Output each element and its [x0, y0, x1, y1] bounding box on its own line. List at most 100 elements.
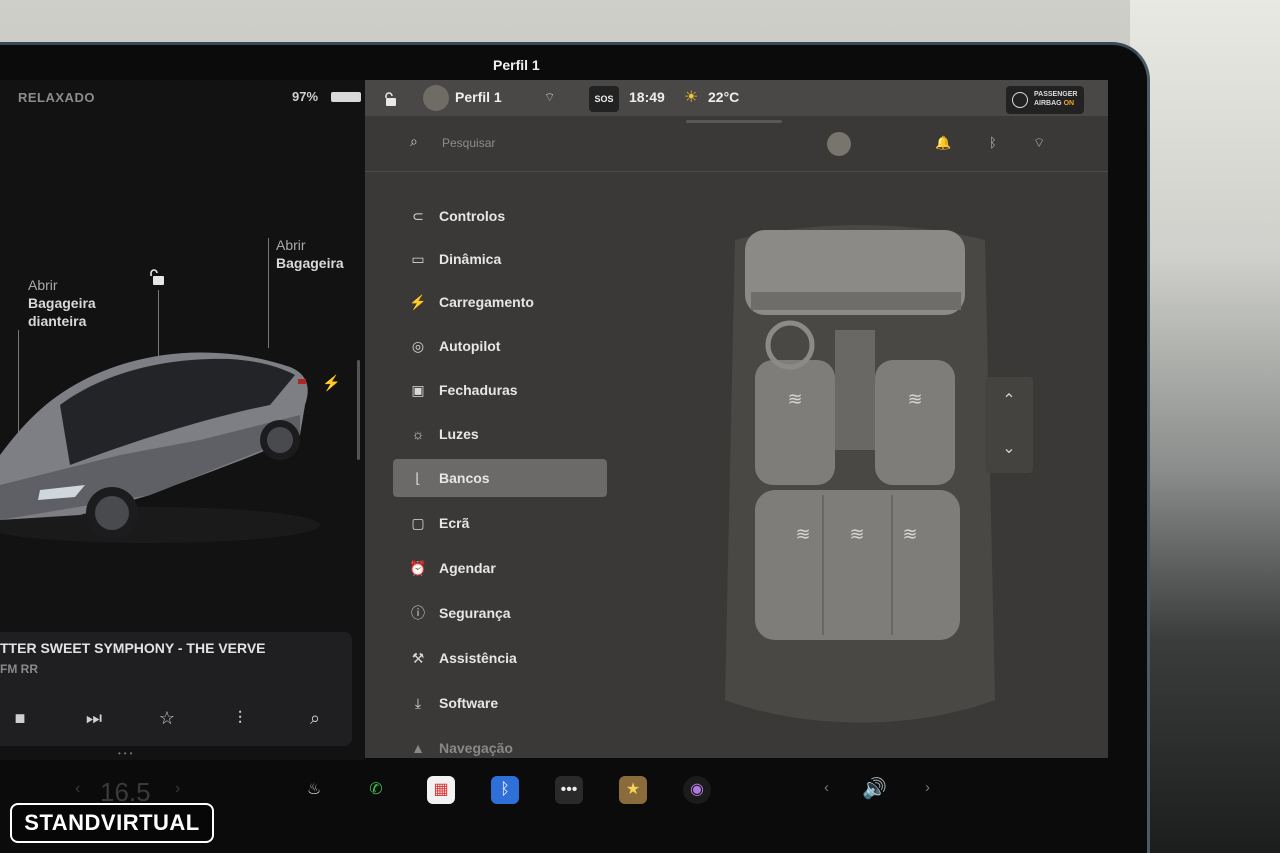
heat-rear-left-icon: ≋ [795, 524, 810, 545]
open-trunk-target: Bagageira [276, 255, 344, 271]
wifi-icon: ⌔ [544, 90, 556, 104]
menu-item-4[interactable]: ▣ Fechaduras [393, 371, 607, 409]
airbag-icon [1012, 92, 1028, 108]
volume-up-icon[interactable]: › [925, 779, 930, 796]
menu-item-11[interactable]: ⤓ Software [393, 684, 607, 722]
driver-seat [755, 360, 835, 485]
toggle-icon: ⊂ [412, 208, 424, 224]
open-frunk-target-1: Bagageira [28, 295, 96, 311]
lock-status-icon[interactable] [385, 92, 397, 106]
menu-item-label: Agendar [439, 560, 496, 576]
volume-icon[interactable]: 🔊 [862, 776, 887, 801]
unlock-icon[interactable] [150, 268, 166, 286]
menu-item-0[interactable]: ⊂ Controlos [393, 197, 607, 235]
menu-item-label: Controlos [439, 208, 506, 224]
menu-item-5[interactable]: ☼ Luzes [393, 415, 607, 453]
menu-item-label: Bancos [439, 470, 490, 486]
outside-temperature: 22°C [708, 89, 740, 105]
passenger-seat [875, 360, 955, 485]
battery-percent: 97% [292, 89, 319, 104]
airbag-line-2: AIRBAG [1034, 100, 1062, 107]
navigation-icon: ▲ [411, 740, 425, 756]
temp-down-icon[interactable]: ‹ [75, 780, 80, 798]
menu-item-label: Navegação [439, 740, 513, 756]
passenger-airbag-indicator: PASSENGER AIRBAG ON [1006, 86, 1084, 114]
search-icon: ⌕ [410, 133, 418, 149]
alarm-icon: ⏰ [409, 560, 427, 576]
scroll-up-icon[interactable]: ⌃ [985, 377, 1033, 425]
charge-bolt-icon[interactable]: ⚡ [322, 374, 341, 392]
panel-scrollbar[interactable] [357, 360, 360, 460]
open-frunk-button[interactable]: Abrir Bagageira dianteira [28, 276, 96, 330]
scroll-down-icon[interactable]: ⌄ [985, 425, 1033, 473]
profile-name[interactable]: Perfil 1 [493, 57, 540, 73]
rear-bench [755, 490, 960, 640]
steering-wheel-icon: ◎ [411, 338, 425, 354]
track-title: TTER SWEET SYMPHONY - THE VERVE [0, 640, 266, 656]
lock-icon: ▣ [411, 382, 425, 398]
equalizer-icon[interactable]: ⫶ [228, 706, 252, 730]
menu-item-label: Ecrã [439, 515, 470, 531]
battery-icon [331, 92, 361, 102]
sun-icon: ☼ [411, 426, 425, 442]
toybox-icon[interactable]: ★ [619, 776, 647, 804]
bluetooth-icon[interactable]: ᛒ [989, 135, 997, 150]
heat-driver-icon: ≋ [787, 389, 802, 410]
bell-icon[interactable]: 🔔 [935, 135, 951, 151]
menu-item-label: Software [439, 695, 499, 711]
clock: 18:49 [629, 89, 665, 105]
heat-rear-right-icon: ≋ [902, 524, 917, 545]
temp-up-icon[interactable]: › [175, 780, 180, 798]
open-trunk-action: Abrir [276, 237, 306, 253]
open-trunk-button[interactable]: Abrir Bagageira [276, 236, 344, 272]
stop-icon[interactable]: ■ [8, 706, 32, 730]
menu-item-7[interactable]: ▢ Ecrã [393, 504, 607, 542]
airbag-line-1: PASSENGER [1034, 91, 1078, 98]
profile-avatar[interactable] [827, 132, 851, 156]
car-3d-model [0, 352, 320, 543]
airbag-state: ON [1063, 100, 1075, 107]
media-search-icon[interactable]: ⌕ [303, 706, 327, 730]
favorite-star-icon[interactable]: ☆ [155, 706, 179, 730]
menu-item-3[interactable]: ◎ Autopilot [393, 327, 607, 365]
more-apps-icon[interactable]: ••• [555, 776, 583, 804]
menu-item-6[interactable]: ⌊ Bancos [393, 459, 607, 497]
drive-mode: RELAXADO [18, 90, 95, 105]
rear-defrost-icon[interactable]: ♨ [300, 776, 328, 804]
menu-item-label: Segurança [439, 605, 511, 621]
bluetooth-app-icon[interactable]: ᛒ [491, 776, 519, 804]
settings-header: ⌕ Pesquisar 🔔 ᛒ ⌔ [365, 116, 1108, 172]
open-frunk-target-2: dianteira [28, 313, 87, 329]
bolt-icon: ⚡ [409, 294, 427, 310]
sos-icon[interactable]: SOS [589, 86, 619, 112]
track-source: FM RR [0, 662, 38, 676]
phone-icon[interactable]: ✆ [362, 776, 390, 804]
menu-item-8[interactable]: ⏰ Agendar [393, 549, 607, 587]
open-frunk-action: Abrir [28, 277, 58, 293]
sun-weather-icon: ☀ [684, 89, 699, 106]
camera-icon[interactable]: ◉ [683, 776, 711, 804]
calendar-icon[interactable]: ▦ [427, 776, 455, 804]
menu-item-1[interactable]: ▭ Dinâmica [393, 240, 607, 278]
menu-item-10[interactable]: ⚒ Assistência [393, 639, 607, 677]
menu-item-2[interactable]: ⚡ Carregamento [393, 283, 607, 321]
volume-down-icon[interactable]: ‹ [824, 779, 829, 796]
menu-item-label: Luzes [439, 426, 479, 442]
menu-item-label: Assistência [439, 650, 517, 666]
heat-passenger-icon: ≋ [907, 389, 922, 410]
display-icon: ▢ [411, 515, 425, 531]
alert-icon: ⓘ [411, 605, 425, 621]
wifi-settings-icon[interactable]: ⌔ [1033, 135, 1045, 151]
avatar[interactable] [423, 85, 449, 111]
status-profile-name[interactable]: Perfil 1 [455, 89, 502, 105]
trunk-callout-line [268, 238, 269, 348]
next-track-icon[interactable]: ⏭ [82, 706, 106, 730]
seat-heater-diagram: ≋ ≋ ≋ ≋ ≋ [725, 225, 995, 723]
menu-item-12[interactable]: ▲ Navegação [393, 729, 607, 767]
car-icon: ▭ [411, 251, 425, 267]
heat-rear-center-icon: ≋ [849, 524, 864, 545]
menu-item-9[interactable]: ⓘ Segurança [393, 594, 607, 632]
car-interior-background [1130, 0, 1280, 853]
menu-item-label: Dinâmica [439, 251, 502, 267]
search-input[interactable]: Pesquisar [442, 136, 495, 150]
